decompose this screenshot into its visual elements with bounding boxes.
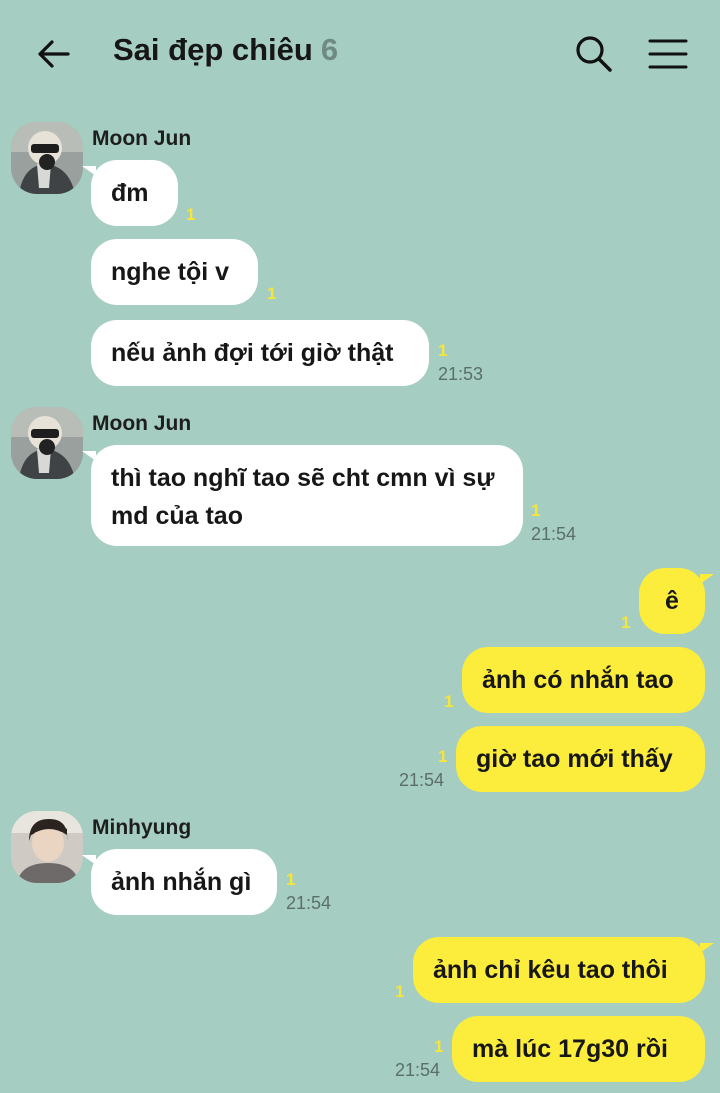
- search-icon[interactable]: [574, 34, 614, 74]
- unread-count: 1: [438, 747, 448, 766]
- member-count: 6: [320, 32, 339, 67]
- message-text: mà lúc 17g30 rồi: [472, 1035, 668, 1063]
- unread-count: 1: [438, 341, 448, 360]
- sender-name: Minhyung: [92, 816, 192, 839]
- back-arrow-icon[interactable]: [34, 34, 74, 74]
- message-bubble[interactable]: mà lúc 17g30 rồi: [452, 1016, 705, 1082]
- chat-title: Sai đẹp chiêu 6: [113, 32, 338, 68]
- avatar[interactable]: [11, 122, 83, 194]
- timestamp: 21:53: [438, 364, 484, 384]
- timestamp: 21:54: [531, 524, 577, 544]
- message-text: ảnh nhắn gì: [111, 868, 252, 896]
- message-text: ảnh chỉ kêu tao thôi: [433, 956, 668, 984]
- message-text: giờ tao mới thấy: [476, 745, 673, 773]
- avatar[interactable]: [11, 407, 83, 479]
- unread-count: 1: [444, 692, 454, 711]
- unread-count: 1: [286, 870, 296, 889]
- chat-header: Sai đẹp chiêu 6: [0, 0, 720, 105]
- message-bubble[interactable]: đm: [82, 160, 178, 226]
- unread-count: 1: [434, 1037, 444, 1056]
- sender-name: Moon Jun: [92, 127, 192, 150]
- timestamp: 21:54: [395, 1060, 441, 1080]
- menu-icon[interactable]: [648, 38, 688, 70]
- sender-name: Moon Jun: [92, 412, 192, 435]
- message-bubble[interactable]: nếu ảnh đợi tới giờ thật: [91, 320, 429, 386]
- message-text: nếu ảnh đợi tới giờ thật: [111, 339, 394, 367]
- message-text: ê: [665, 587, 679, 615]
- message-text: đm: [111, 179, 149, 207]
- unread-count: 1: [531, 501, 541, 520]
- timestamp: 21:54: [286, 893, 332, 913]
- message-bubble[interactable]: thì tao nghĩ tao sẽ cht cmn vì sự md của…: [82, 445, 523, 546]
- message-bubble[interactable]: giờ tao mới thấy: [456, 726, 705, 792]
- message-bubble[interactable]: ảnh có nhắn tao: [462, 647, 705, 713]
- unread-count: 1: [267, 284, 277, 303]
- room-name: Sai đẹp chiêu: [113, 32, 313, 67]
- message-text: nghe tội v: [111, 258, 230, 286]
- timestamp: 21:54: [399, 770, 445, 790]
- message-text: thì tao nghĩ tao sẽ cht cmn vì sự md của…: [111, 464, 495, 530]
- unread-count: 1: [395, 982, 405, 1001]
- message-bubble[interactable]: ảnh nhắn gì: [82, 849, 277, 915]
- message-text: ảnh có nhắn tao: [482, 666, 674, 694]
- message-bubble[interactable]: ê: [639, 568, 714, 634]
- unread-count: 1: [621, 613, 631, 632]
- avatar[interactable]: [11, 811, 83, 883]
- unread-count: 1: [186, 205, 196, 224]
- message-bubble[interactable]: nghe tội v: [91, 239, 258, 305]
- message-bubble[interactable]: ảnh chỉ kêu tao thôi: [413, 937, 714, 1003]
